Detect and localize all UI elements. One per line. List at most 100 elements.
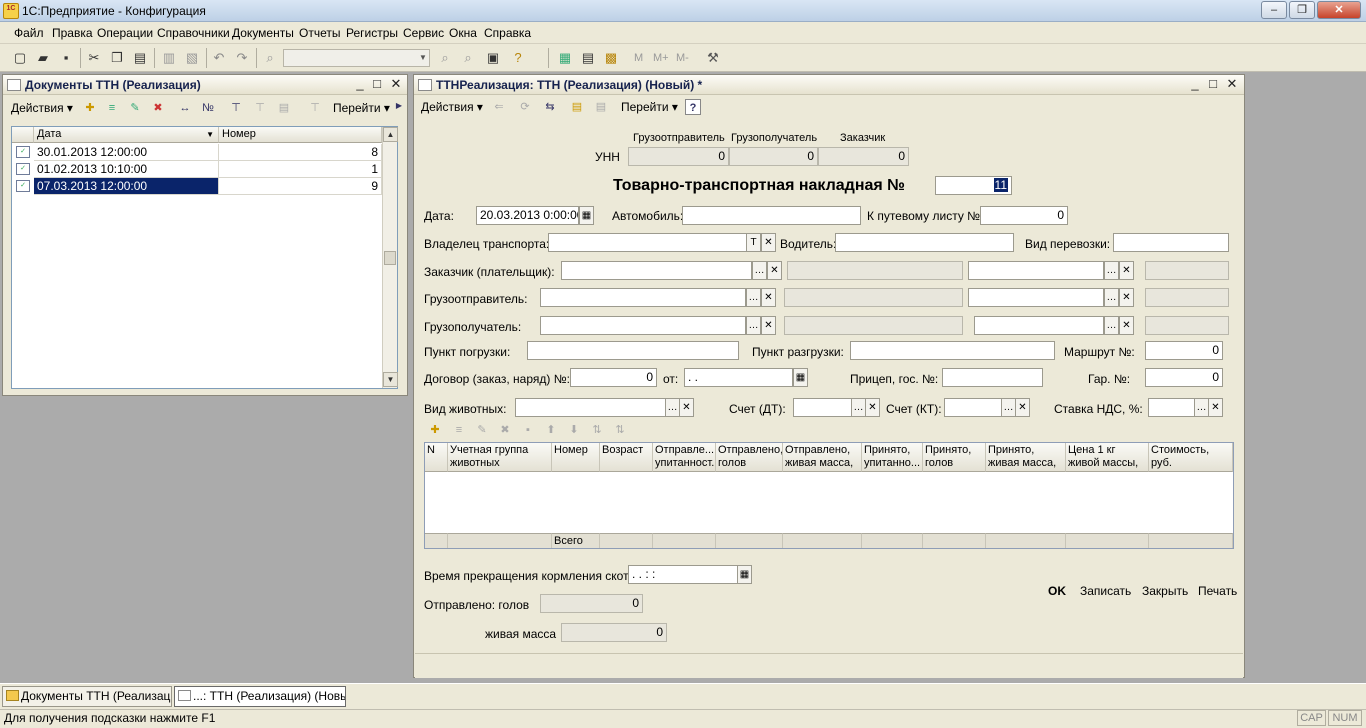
credit-account-field[interactable]: [944, 398, 1002, 417]
menu-reports[interactable]: Отчеты: [299, 26, 340, 40]
documents-list-grid[interactable]: Дата ▼ Номер ✓ 30.01.2013 12:00:00 8 ✓ 01…: [11, 126, 398, 389]
table-header-n[interactable]: N: [425, 443, 448, 472]
consignee-info-field[interactable]: [784, 316, 963, 335]
customer-extra-field[interactable]: [1145, 261, 1229, 280]
print-preview-icon[interactable]: ▧: [183, 49, 201, 66]
menu-documents[interactable]: Документы: [232, 26, 294, 40]
table-header-accepted-heads[interactable]: Принято, голов: [923, 443, 986, 472]
consignee-field[interactable]: [540, 316, 746, 335]
back-icon[interactable]: ⇐: [491, 99, 507, 115]
refresh-icon[interactable]: ⟳: [517, 99, 533, 115]
taskbar-item-documents-list[interactable]: Документы ТТН (Реализац...: [2, 686, 172, 707]
shipper-field[interactable]: [540, 288, 746, 307]
customer-info-field[interactable]: [787, 261, 963, 280]
table-row-selected[interactable]: ✓ 07.03.2013 12:00:00 9: [12, 178, 382, 195]
clear-icon[interactable]: ✕: [767, 261, 782, 280]
structure-icon[interactable]: ▤: [569, 99, 585, 115]
paste-icon[interactable]: ▤: [131, 49, 149, 66]
car-field[interactable]: [682, 206, 861, 225]
calculator-icon[interactable]: ▩: [602, 49, 620, 66]
sent-heads-field[interactable]: 0: [540, 594, 643, 613]
owner-field[interactable]: [548, 233, 747, 252]
select-icon[interactable]: …: [851, 398, 866, 417]
tools-icon[interactable]: ⚒: [704, 49, 722, 66]
find-by-number-icon[interactable]: №: [200, 100, 216, 116]
select-icon[interactable]: …: [746, 288, 761, 307]
animals-table[interactable]: N Учетная группа животных Номер Возраст …: [424, 442, 1234, 549]
clear-icon[interactable]: ✕: [1119, 261, 1134, 280]
memory-plus-button[interactable]: M+: [653, 52, 669, 64]
text-document-icon[interactable]: ▤: [579, 49, 597, 66]
menu-operations[interactable]: Операции: [97, 26, 153, 40]
waybill-field[interactable]: 0: [980, 206, 1068, 225]
form-window-minimize-button[interactable]: _: [1187, 76, 1203, 92]
form-window-maximize-button[interactable]: □: [1205, 76, 1221, 92]
interval-icon[interactable]: ↔: [177, 100, 193, 116]
calendar-icon[interactable]: ▦: [793, 368, 808, 387]
clear-icon[interactable]: ✕: [761, 288, 776, 307]
edit-row-icon[interactable]: ✎: [474, 422, 490, 438]
clear-filter-icon[interactable]: ⊤: [307, 100, 323, 116]
save-button[interactable]: Записать: [1080, 584, 1131, 598]
filter-history-icon[interactable]: ▤: [276, 100, 292, 116]
copy-row-icon[interactable]: ≡: [451, 422, 467, 438]
clear-icon[interactable]: ✕: [1119, 288, 1134, 307]
copy-icon[interactable]: ❐: [108, 49, 126, 66]
customer-account-field[interactable]: [968, 261, 1104, 280]
help-1c-icon[interactable]: ?: [509, 49, 527, 66]
end-edit-icon[interactable]: ▪: [520, 422, 536, 438]
trailer-field[interactable]: [942, 368, 1043, 387]
table-header-group[interactable]: Учетная группа животных: [448, 443, 552, 472]
move-up-icon[interactable]: ⬆: [543, 422, 559, 438]
contract-number-field[interactable]: 0: [570, 368, 657, 387]
grid-header-number[interactable]: Номер: [219, 127, 382, 143]
menu-help[interactable]: Справка: [484, 26, 531, 40]
clear-icon[interactable]: ✕: [865, 398, 880, 417]
add-icon[interactable]: ✚: [82, 100, 98, 116]
clear-icon[interactable]: ✕: [1119, 316, 1134, 335]
sort-descending-icon[interactable]: ⇅: [612, 422, 628, 438]
open-folder-icon[interactable]: ▰: [34, 49, 52, 66]
form-goto-button[interactable]: Перейти ▾: [617, 97, 682, 117]
close-form-button[interactable]: Закрыть: [1142, 584, 1188, 598]
contract-date-field[interactable]: . .: [684, 368, 793, 387]
calendar-icon[interactable]: ▦: [579, 206, 594, 225]
shipper-extra-field[interactable]: [1145, 288, 1229, 307]
new-document-icon[interactable]: ▢: [11, 49, 29, 66]
menu-service[interactable]: Сервис: [403, 26, 444, 40]
table-row[interactable]: ✓ 01.02.2013 10:10:00 1: [12, 161, 382, 178]
unn-shipper-field[interactable]: 0: [628, 147, 729, 166]
shipper-account-field[interactable]: [968, 288, 1104, 307]
print-button[interactable]: Печать: [1198, 584, 1237, 598]
add-copy-icon[interactable]: ≡: [104, 100, 120, 116]
loading-point-field[interactable]: [527, 341, 739, 360]
list-goto-button[interactable]: Перейти ▾: [329, 98, 394, 118]
stop-feeding-field[interactable]: . . : :: [628, 565, 738, 584]
select-icon[interactable]: …: [1194, 398, 1209, 417]
taskbar-item-ttn-form[interactable]: ...: ТТН (Реализация) (Новы...: [174, 686, 346, 707]
route-field[interactable]: 0: [1145, 341, 1223, 360]
memory-minus-button[interactable]: M-: [676, 52, 689, 64]
select-icon[interactable]: …: [1104, 316, 1119, 335]
list-vertical-scrollbar[interactable]: ▲ ▼: [382, 127, 398, 388]
maximize-button[interactable]: ❐: [1289, 1, 1315, 19]
memory-button[interactable]: M: [634, 52, 643, 64]
minimize-button[interactable]: –: [1261, 1, 1287, 19]
table-header-cost[interactable]: Стоимость, руб.: [1149, 443, 1233, 472]
doc-number-field[interactable]: 11: [935, 176, 1012, 195]
vat-rate-field[interactable]: [1148, 398, 1195, 417]
windows-icon[interactable]: ▣: [484, 49, 502, 66]
print-icon[interactable]: ▥: [160, 49, 178, 66]
select-icon[interactable]: …: [1001, 398, 1016, 417]
binoculars-icon[interactable]: ⌕: [261, 49, 279, 66]
driver-field[interactable]: [835, 233, 1014, 252]
select-icon[interactable]: …: [746, 316, 761, 335]
list-window-close-button[interactable]: ✕: [388, 76, 404, 92]
grid-header-date[interactable]: Дата ▼: [34, 127, 219, 143]
type-select-button[interactable]: T: [746, 233, 761, 252]
select-icon[interactable]: …: [1104, 261, 1119, 280]
form-window-close-button[interactable]: ✕: [1224, 76, 1240, 92]
date-field[interactable]: 20.03.2013 0:00:00: [476, 206, 579, 225]
unn-consignee-field[interactable]: 0: [729, 147, 818, 166]
clear-icon[interactable]: ✕: [761, 316, 776, 335]
